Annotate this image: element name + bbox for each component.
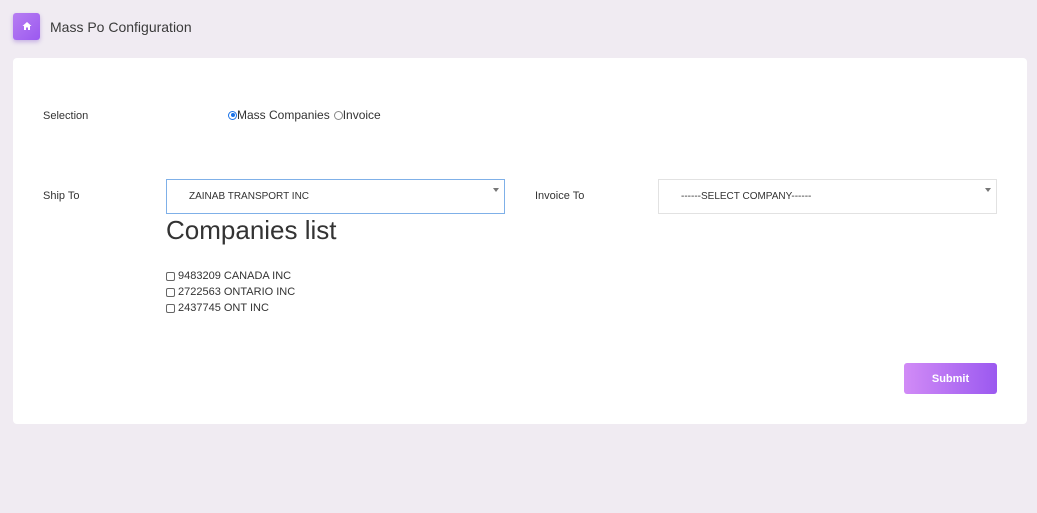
- chevron-down-icon: [985, 188, 991, 192]
- company-name: 2437745 ONT INC: [178, 302, 269, 314]
- radio-invoice[interactable]: [333, 110, 343, 120]
- page-header: Mass Po Configuration: [13, 13, 192, 40]
- home-icon: [22, 18, 32, 36]
- companies-list: 9483209 CANADA INC 2722563 ONTARIO INC 2…: [166, 268, 295, 316]
- radio-mass-companies[interactable]: [228, 110, 237, 120]
- selection-label: Selection: [43, 110, 89, 122]
- company-checkbox[interactable]: [166, 271, 175, 281]
- company-name: 9483209 CANADA INC: [178, 270, 292, 282]
- company-checkbox[interactable]: [166, 303, 175, 313]
- submit-button[interactable]: Submit: [904, 363, 997, 394]
- invoice-to-label: Invoice To: [535, 190, 585, 202]
- invoice-to-select[interactable]: ------SELECT COMPANY------: [658, 179, 997, 214]
- page-title: Mass Po Configuration: [50, 18, 192, 35]
- chevron-down-icon: [493, 188, 499, 192]
- list-item: 2722563 ONTARIO INC: [166, 284, 295, 300]
- configuration-card: Selection Mass Companies Invoice Ship To…: [13, 58, 1027, 424]
- home-button[interactable]: [13, 13, 40, 40]
- company-checkbox[interactable]: [166, 287, 175, 297]
- ship-to-select[interactable]: ZAINAB TRANSPORT INC: [166, 179, 505, 214]
- companies-list-title: Companies list: [166, 215, 337, 245]
- ship-to-value: ZAINAB TRANSPORT INC: [189, 191, 310, 202]
- list-item: 9483209 CANADA INC: [166, 268, 295, 284]
- selection-radio-group: Mass Companies Invoice: [228, 108, 381, 122]
- list-item: 2437745 ONT INC: [166, 300, 295, 316]
- radio-mass-companies-label[interactable]: Mass Companies: [237, 108, 330, 122]
- radio-invoice-label[interactable]: Invoice: [343, 108, 381, 122]
- ship-to-label: Ship To: [43, 190, 80, 202]
- company-name: 2722563 ONTARIO INC: [178, 286, 296, 298]
- invoice-to-value: ------SELECT COMPANY------: [681, 191, 812, 202]
